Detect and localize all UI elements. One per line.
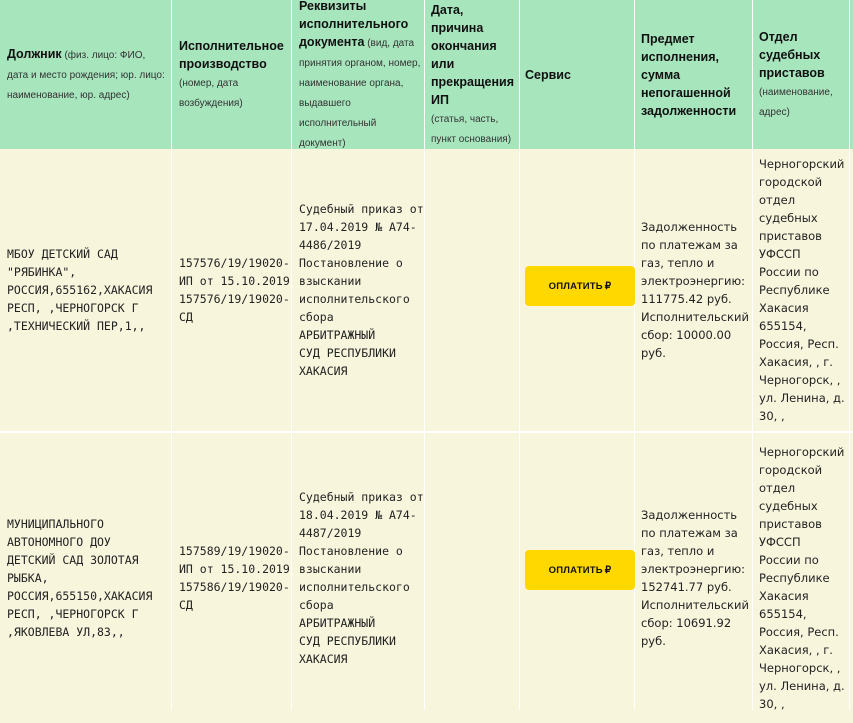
cell-proceeding: 157576/19/19020- ИП от 15.10.2019 157576…	[179, 149, 295, 431]
column-divider	[634, 0, 635, 710]
cell-subject: Задолженность по платежам за газ, тепло …	[641, 149, 753, 431]
department-text: Черногорский городской отдел судебных пр…	[759, 445, 845, 711]
proceeding-text: 157589/19/19020- ИП от 15.10.2019 157586…	[179, 544, 290, 612]
header-proceeding: Исполнительное производство (номер, дата …	[179, 38, 284, 109]
header-department: Отдел судебных приставов (наименование, …	[759, 29, 833, 118]
proceeding-text: 157576/19/19020- ИП от 15.10.2019 157576…	[179, 256, 290, 324]
column-divider	[519, 0, 520, 710]
cell-end-reason	[431, 433, 519, 723]
header-subject: Предмет исполнения, сумма непогашенной з…	[641, 31, 737, 118]
subject-text: Задолженность по платежам за газ, тепло …	[641, 220, 749, 360]
pay-button[interactable]: ОПЛАТИТЬ ₽	[525, 266, 635, 306]
document-text: Судебный приказ от 18.04.2019 № А74- 448…	[299, 490, 424, 666]
cell-debtor: МБОУ ДЕТСКИЙ САД "РЯБИНКА", РОССИЯ,65516…	[7, 149, 175, 431]
cell-debtor: МУНИЦИПАЛЬНОГО АВТОНОМНОГО ДОУ ДЕТСКИЙ С…	[7, 433, 175, 723]
header-document: Реквизиты исполнительного документа (вид…	[299, 0, 421, 149]
pay-button-label: ОПЛАТИТЬ	[548, 564, 603, 576]
header-debtor: Должник (физ. лицо: ФИО, дата и место ро…	[7, 46, 165, 101]
cell-document: Судебный приказ от 18.04.2019 № А74- 448…	[299, 433, 427, 723]
pay-button-label: ОПЛАТИТЬ	[548, 280, 603, 292]
cell-proceeding: 157589/19/19020- ИП от 15.10.2019 157586…	[179, 433, 295, 723]
debtor-text: МУНИЦИПАЛЬНОГО АВТОНОМНОГО ДОУ ДЕТСКИЙ С…	[7, 517, 153, 639]
department-text: Черногорский городской отдел судебных пр…	[759, 157, 845, 423]
debtor-text: МБОУ ДЕТСКИЙ САД "РЯБИНКА", РОССИЯ,65516…	[7, 247, 153, 333]
header-service: Сервис	[525, 67, 571, 82]
ruble-icon: ₽	[604, 564, 612, 576]
enforcement-table: Должник (физ. лицо: ФИО, дата и место ро…	[0, 0, 853, 723]
header-end-reason: Дата, причина окончания или прекращения …	[431, 2, 515, 145]
cell-department: Черногорский городской отдел судебных пр…	[759, 433, 851, 723]
document-text: Судебный приказ от 17.04.2019 № А74- 448…	[299, 202, 424, 378]
cell-department: Черногорский городской отдел судебных пр…	[759, 149, 851, 431]
ruble-icon: ₽	[604, 280, 612, 292]
cell-end-reason	[431, 149, 519, 431]
cell-subject: Задолженность по платежам за газ, тепло …	[641, 433, 753, 723]
subject-text: Задолженность по платежам за газ, тепло …	[641, 508, 749, 648]
cell-document: Судебный приказ от 17.04.2019 № А74- 448…	[299, 149, 427, 431]
pay-button[interactable]: ОПЛАТИТЬ ₽	[525, 550, 635, 590]
